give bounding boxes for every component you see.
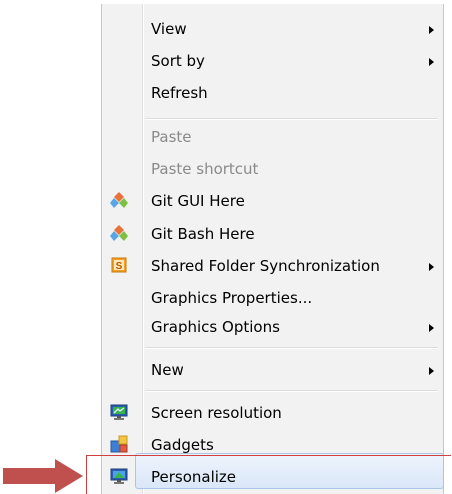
menu-item-label: Paste shortcut [151, 160, 259, 178]
menu-item-label: Refresh [151, 84, 208, 102]
menu-item-shared-folder-synchronization[interactable]: S Shared Folder Synchronization [101, 251, 444, 279]
submenu-arrow-icon [429, 58, 434, 66]
git-icon [110, 191, 128, 209]
menu-item-label: Git GUI Here [151, 192, 245, 210]
menu-item-label: Sort by [151, 52, 205, 70]
menu-item-label: New [151, 361, 184, 379]
menu-item-label: Graphics Options [151, 318, 280, 336]
annotation-arrow-icon [3, 459, 83, 493]
menu-item-label: View [151, 20, 187, 38]
menu-item-git-bash-here[interactable]: Git Bash Here [101, 219, 444, 247]
menu-item-label: Shared Folder Synchronization [151, 257, 380, 275]
menu-item-new[interactable]: New [101, 355, 444, 383]
menu-item-gadgets[interactable]: Gadgets [101, 430, 444, 458]
submenu-arrow-icon [429, 263, 434, 271]
menu-item-paste[interactable]: Paste [101, 122, 444, 150]
menu-separator [145, 118, 438, 120]
menu-item-git-gui-here[interactable]: Git GUI Here [101, 186, 444, 214]
menu-separator [145, 347, 438, 349]
submenu-arrow-icon [429, 367, 434, 375]
submenu-arrow-icon [429, 26, 434, 34]
shared-folder-sync-icon: S [110, 256, 128, 274]
menu-item-label: Paste [151, 128, 192, 146]
menu-item-refresh[interactable]: Refresh [101, 78, 444, 106]
menu-item-view[interactable]: View [101, 14, 444, 42]
menu-item-paste-shortcut[interactable]: Paste shortcut [101, 154, 444, 182]
menu-item-screen-resolution[interactable]: Screen resolution [101, 398, 444, 426]
menu-item-label: Graphics Properties... [151, 289, 313, 307]
menu-item-graphics-properties[interactable]: Graphics Properties... [101, 283, 444, 311]
menu-separator [145, 390, 438, 392]
menu-item-graphics-options[interactable]: Graphics Options [101, 312, 444, 340]
git-icon [110, 224, 128, 242]
screen-resolution-icon [110, 403, 128, 421]
gadgets-icon [110, 435, 128, 453]
annotation-highlight-box [86, 455, 451, 494]
menu-item-label: Screen resolution [151, 404, 282, 422]
svg-text:S: S [116, 261, 123, 272]
menu-item-label: Gadgets [151, 436, 214, 454]
menu-item-label: Git Bash Here [151, 225, 255, 243]
menu-item-sort-by[interactable]: Sort by [101, 46, 444, 74]
submenu-arrow-icon [429, 324, 434, 332]
